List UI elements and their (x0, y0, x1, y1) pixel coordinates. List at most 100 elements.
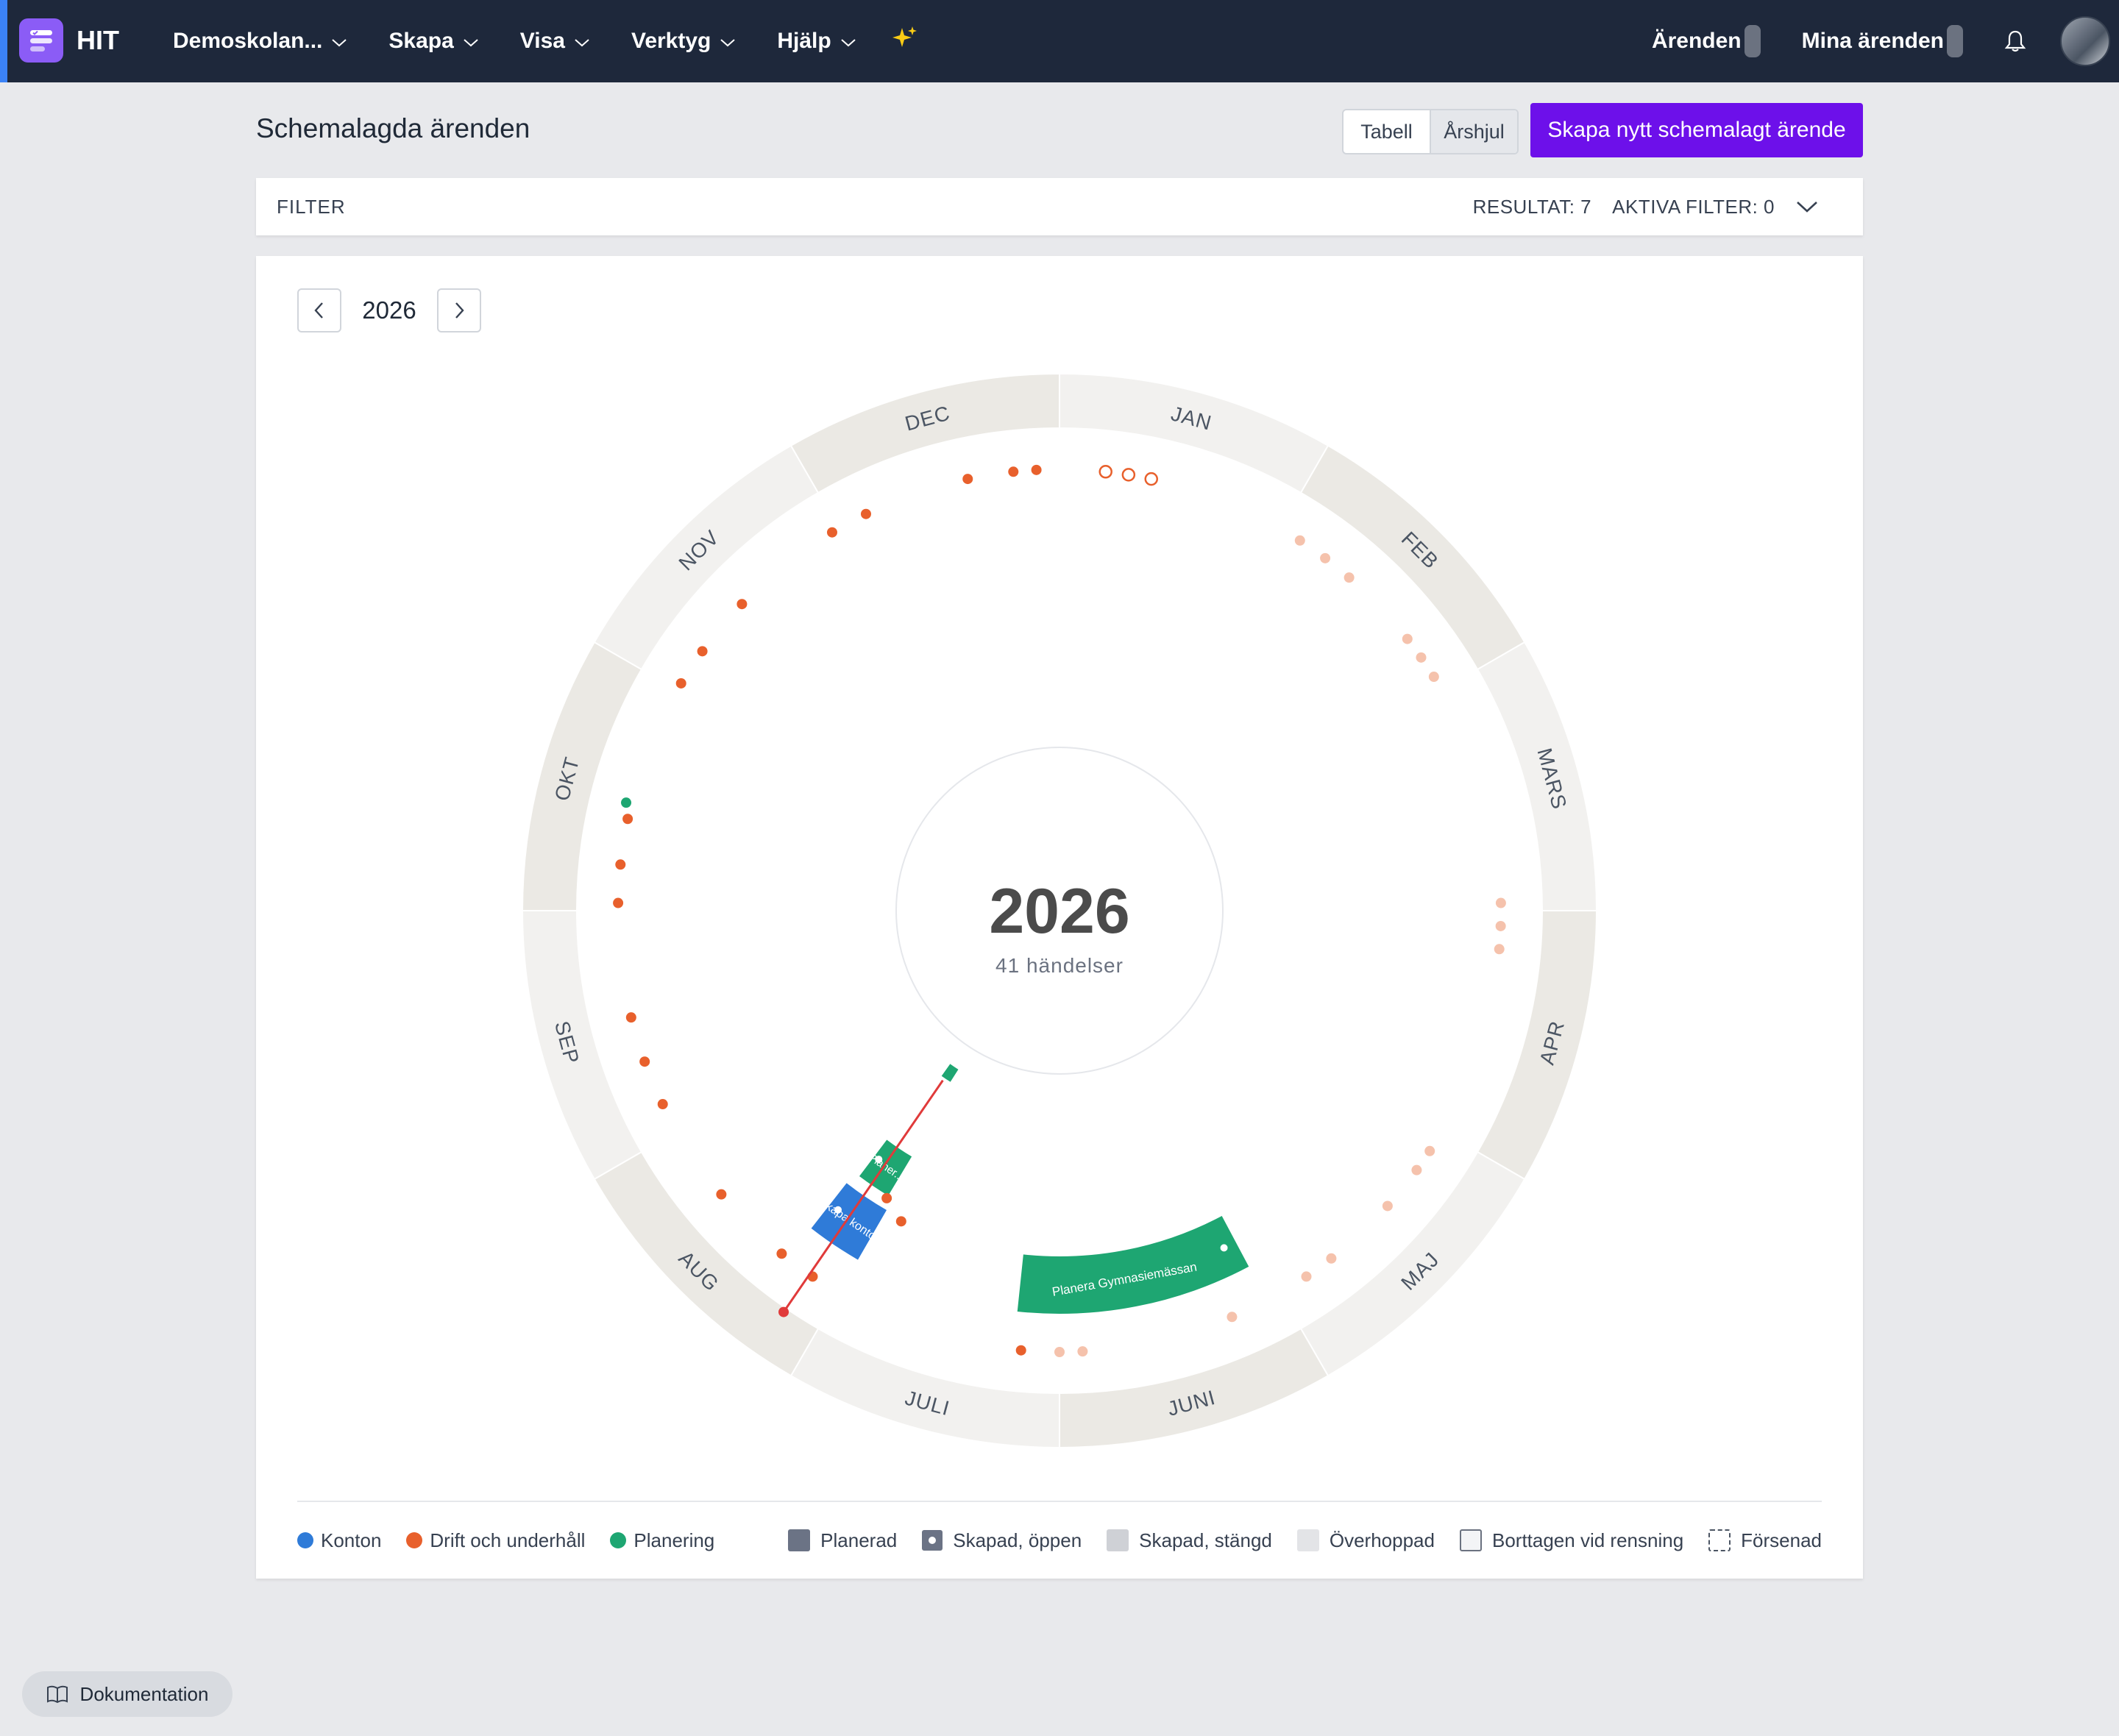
legend-item-overhoppad: Överhoppad (1296, 1529, 1435, 1552)
event-dot-drift (860, 508, 871, 519)
page-title: Schemalagda ärenden (256, 113, 530, 143)
legend-item-skapad-stangd: Skapad, stängd (1107, 1529, 1272, 1552)
create-scheduled-case-button[interactable]: Skapa nytt schemalagt ärende (1530, 103, 1863, 157)
menu-label: Verktyg (631, 29, 711, 53)
status-swatch (1459, 1529, 1482, 1551)
event-dot-drift (716, 1189, 727, 1200)
event-dot-drift (625, 1012, 636, 1023)
menu-visa[interactable]: Visa (520, 29, 590, 54)
status-swatch (1296, 1529, 1319, 1551)
legend-item-planerad: Planerad (788, 1529, 897, 1552)
status-open-marker (875, 1156, 883, 1164)
year-wheel: JANFEBMARSAPRMAJJUNIJULIAUGSEPOKTNOVDEC … (521, 372, 1598, 1449)
status-swatch (1708, 1529, 1731, 1551)
event-dot-drift (1416, 652, 1427, 663)
documentation-button[interactable]: Dokumentation (22, 1671, 233, 1717)
cases-link[interactable]: Ärenden (1652, 25, 1761, 57)
event-dot-drift (1494, 944, 1505, 955)
event-dot-drift (622, 814, 633, 825)
event-dot-drift (1015, 1345, 1026, 1356)
legend-label: Borttagen vid rensning (1491, 1529, 1684, 1551)
result-count: RESULTAT: 7 (1472, 195, 1592, 218)
filter-bar[interactable]: FILTER RESULTAT: 7 AKTIVA FILTER: 0 (256, 178, 1863, 235)
event-dot-drift (697, 646, 708, 657)
menu-skapa[interactable]: Skapa (388, 29, 478, 54)
chevron-down-icon (331, 29, 347, 54)
chevron-down-icon (720, 29, 736, 54)
month-segment (521, 910, 643, 1181)
event-dot-planering (621, 797, 632, 808)
menu-school-selector[interactable]: Demoskolan... (173, 29, 347, 54)
center-year: 2026 (989, 876, 1129, 947)
view-toggle: Tabell Årshjul (1342, 109, 1519, 154)
event-dot-drift-delayed (1144, 472, 1158, 486)
status-legend: Planerad Skapad, öppen Skapad, stängd Öv… (788, 1529, 1822, 1552)
event-dot-drift (1326, 1253, 1337, 1264)
event-dot-drift (1382, 1200, 1393, 1212)
my-cases-link[interactable]: Mina ärenden (1802, 25, 1963, 57)
menu-verktyg[interactable]: Verktyg (631, 29, 736, 54)
status-swatch (922, 1530, 943, 1551)
legend-label: Konton (321, 1529, 382, 1551)
event-dot-drift (1344, 572, 1355, 583)
tab-arshjul[interactable]: Årshjul (1430, 110, 1517, 153)
event-dot-drift-delayed (1098, 465, 1112, 479)
my-cases-count-badge (1947, 25, 1963, 57)
legend-divider (297, 1501, 1822, 1502)
event-dot-drift (1077, 1346, 1088, 1357)
event-arc-planera-gymnasiemassan (1017, 1215, 1249, 1315)
event-dot-drift (1495, 920, 1506, 931)
month-segment (1059, 1327, 1330, 1449)
chevron-down-icon (574, 29, 590, 54)
menu-label: Visa (519, 29, 565, 53)
event-dot-drift (1402, 633, 1413, 644)
legend: Konton Drift och underhåll Planering Pla… (297, 1523, 1822, 1558)
app-logo-icon[interactable] (19, 18, 63, 63)
legend-label: Planerad (820, 1529, 898, 1551)
active-filter-count: AKTIVA FILTER: 0 (1612, 195, 1775, 218)
event-dot-drift (657, 1099, 668, 1110)
user-avatar[interactable] (2060, 16, 2110, 66)
legend-label: Överhoppad (1329, 1529, 1435, 1551)
status-swatch (1107, 1529, 1129, 1551)
event-dot-drift (895, 1216, 906, 1227)
menu-label: Demoskolan... (173, 29, 323, 53)
event-dot-drift (1227, 1312, 1238, 1323)
menu-label: Skapa (388, 29, 454, 53)
year-wheel-card: 2026 JAN FEB MARS APR MAJ JUNI JULI AUG SEP OKT NO… (256, 256, 1863, 1579)
today-indicator-line (782, 1079, 944, 1313)
month-segment (521, 641, 643, 911)
tab-tabell[interactable]: Tabell (1344, 110, 1430, 153)
legend-dot (406, 1532, 423, 1548)
status-swatch (788, 1529, 811, 1551)
app-name[interactable]: HIT (77, 25, 119, 56)
legend-dot (297, 1532, 313, 1548)
event-dot-drift (1301, 1271, 1312, 1282)
legend-dot (610, 1532, 627, 1548)
my-cases-label: Mina ärenden (1801, 29, 1944, 53)
user-navigation: Ärenden Mina ärenden (1652, 0, 2119, 82)
menu-hjalp[interactable]: Hjälp (777, 29, 856, 54)
legend-label: Skapad, stängd (1139, 1529, 1272, 1551)
event-dot-drift (1424, 1145, 1435, 1156)
event-dot-drift (615, 859, 626, 870)
event-dot-drift (881, 1192, 892, 1203)
sparkle-icon[interactable] (892, 25, 918, 58)
status-open-marker (1220, 1244, 1228, 1252)
event-dot-drift (776, 1248, 787, 1259)
book-icon (46, 1685, 68, 1704)
chevron-down-icon[interactable] (1795, 199, 1819, 214)
status-open-marker (834, 1206, 842, 1214)
chevron-down-icon (463, 29, 479, 54)
event-dot-drift (826, 527, 837, 538)
legend-item-drift: Drift och underhåll (406, 1529, 585, 1552)
center-event-count: 41 händelser (995, 954, 1124, 977)
today-indicator-dot (778, 1306, 789, 1317)
legend-item-skapad-oppen: Skapad, öppen (922, 1529, 1082, 1552)
event-dot-drift (1495, 897, 1506, 908)
menu-label: Hjälp (777, 29, 831, 53)
legend-item-planering: Planering (610, 1529, 714, 1552)
category-legend: Konton Drift och underhåll Planering (297, 1529, 714, 1552)
bell-icon[interactable] (2004, 29, 2026, 53)
legend-label: Drift och underhåll (430, 1529, 586, 1551)
